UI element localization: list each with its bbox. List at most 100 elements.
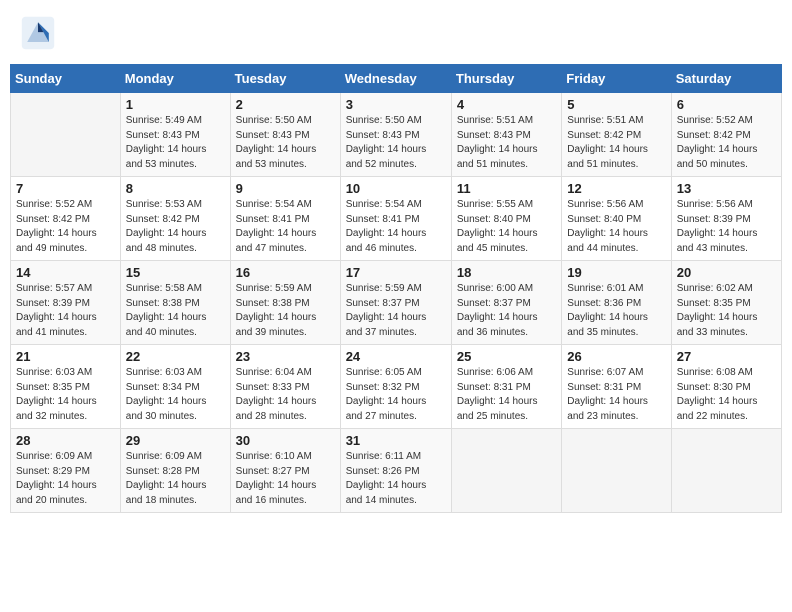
- day-info: Sunrise: 5:50 AM Sunset: 8:43 PM Dayligh…: [236, 114, 335, 172]
- day-number: 26: [567, 349, 665, 364]
- calendar-cell: [11, 93, 121, 177]
- calendar-cell: 21 Sunrise: 6:03 AM Sunset: 8:35 PM Dayli…: [11, 345, 121, 429]
- calendar-cell: 12 Sunrise: 5:56 AM Sunset: 8:40 PM Dayli…: [562, 177, 671, 261]
- calendar-cell: 6 Sunrise: 5:52 AM Sunset: 8:42 PM Daylig…: [671, 93, 781, 177]
- day-number: 9: [236, 181, 335, 196]
- calendar-table: SundayMondayTuesdayWednesdayThursdayFrid…: [10, 64, 782, 513]
- day-number: 11: [457, 181, 556, 196]
- weekday-header: Sunday: [11, 65, 121, 93]
- day-number: 31: [346, 433, 446, 448]
- weekday-header: Monday: [120, 65, 230, 93]
- calendar-cell: 24 Sunrise: 6:05 AM Sunset: 8:32 PM Dayli…: [340, 345, 451, 429]
- calendar-cell: [562, 429, 671, 513]
- calendar-cell: 25 Sunrise: 6:06 AM Sunset: 8:31 PM Dayli…: [451, 345, 561, 429]
- calendar-cell: 26 Sunrise: 6:07 AM Sunset: 8:31 PM Dayli…: [562, 345, 671, 429]
- day-number: 10: [346, 181, 446, 196]
- calendar-cell: [451, 429, 561, 513]
- day-number: 7: [16, 181, 115, 196]
- day-number: 2: [236, 97, 335, 112]
- day-info: Sunrise: 5:51 AM Sunset: 8:43 PM Dayligh…: [457, 114, 556, 172]
- day-number: 20: [677, 265, 776, 280]
- day-info: Sunrise: 5:58 AM Sunset: 8:38 PM Dayligh…: [126, 282, 225, 340]
- day-number: 30: [236, 433, 335, 448]
- day-number: 14: [16, 265, 115, 280]
- calendar-cell: 18 Sunrise: 6:00 AM Sunset: 8:37 PM Dayli…: [451, 261, 561, 345]
- day-info: Sunrise: 5:53 AM Sunset: 8:42 PM Dayligh…: [126, 198, 225, 256]
- day-info: Sunrise: 5:57 AM Sunset: 8:39 PM Dayligh…: [16, 282, 115, 340]
- day-info: Sunrise: 5:54 AM Sunset: 8:41 PM Dayligh…: [346, 198, 446, 256]
- calendar-cell: 22 Sunrise: 6:03 AM Sunset: 8:34 PM Dayli…: [120, 345, 230, 429]
- calendar-cell: 9 Sunrise: 5:54 AM Sunset: 8:41 PM Daylig…: [230, 177, 340, 261]
- day-number: 18: [457, 265, 556, 280]
- calendar-cell: 31Sunrise: 6:11 AM Sunset: 8:26 PM Dayli…: [340, 429, 451, 513]
- day-info: Sunrise: 6:01 AM Sunset: 8:36 PM Dayligh…: [567, 282, 665, 340]
- calendar-cell: 10 Sunrise: 5:54 AM Sunset: 8:41 PM Dayli…: [340, 177, 451, 261]
- day-info: Sunrise: 6:09 AM Sunset: 8:29 PM Dayligh…: [16, 450, 115, 508]
- day-number: 6: [677, 97, 776, 112]
- calendar-cell: 29Sunrise: 6:09 AM Sunset: 8:28 PM Dayli…: [120, 429, 230, 513]
- calendar-body: 1 Sunrise: 5:49 AM Sunset: 8:43 PM Daylig…: [11, 93, 782, 513]
- day-number: 25: [457, 349, 556, 364]
- page-header: [10, 10, 782, 56]
- day-number: 16: [236, 265, 335, 280]
- calendar-cell: 5 Sunrise: 5:51 AM Sunset: 8:42 PM Daylig…: [562, 93, 671, 177]
- day-info: Sunrise: 5:49 AM Sunset: 8:43 PM Dayligh…: [126, 114, 225, 172]
- day-info: Sunrise: 6:03 AM Sunset: 8:34 PM Dayligh…: [126, 366, 225, 424]
- day-info: Sunrise: 6:06 AM Sunset: 8:31 PM Dayligh…: [457, 366, 556, 424]
- calendar-cell: 30 Sunrise: 6:10 AM Sunset: 8:27 PM Dayli…: [230, 429, 340, 513]
- day-number: 13: [677, 181, 776, 196]
- weekday-header: Thursday: [451, 65, 561, 93]
- day-info: Sunrise: 5:51 AM Sunset: 8:42 PM Dayligh…: [567, 114, 665, 172]
- calendar-cell: 28 Sunrise: 6:09 AM Sunset: 8:29 PM Dayli…: [11, 429, 121, 513]
- logo-icon: [20, 15, 56, 51]
- day-number: 28: [16, 433, 115, 448]
- day-info: Sunrise: 6:09 AM Sunset: 8:28 PM Dayligh…: [126, 450, 225, 508]
- calendar-cell: 17Sunrise: 5:59 AM Sunset: 8:37 PM Dayli…: [340, 261, 451, 345]
- day-info: Sunrise: 5:50 AM Sunset: 8:43 PM Dayligh…: [346, 114, 446, 172]
- day-info: Sunrise: 5:56 AM Sunset: 8:40 PM Dayligh…: [567, 198, 665, 256]
- calendar-cell: 15 Sunrise: 5:58 AM Sunset: 8:38 PM Dayli…: [120, 261, 230, 345]
- weekday-header: Tuesday: [230, 65, 340, 93]
- day-number: 15: [126, 265, 225, 280]
- calendar-cell: 20 Sunrise: 6:02 AM Sunset: 8:35 PM Dayli…: [671, 261, 781, 345]
- calendar-week: 21 Sunrise: 6:03 AM Sunset: 8:35 PM Dayli…: [11, 345, 782, 429]
- day-info: Sunrise: 5:52 AM Sunset: 8:42 PM Dayligh…: [677, 114, 776, 172]
- calendar-cell: 14 Sunrise: 5:57 AM Sunset: 8:39 PM Dayli…: [11, 261, 121, 345]
- day-info: Sunrise: 6:03 AM Sunset: 8:35 PM Dayligh…: [16, 366, 115, 424]
- calendar-week: 1 Sunrise: 5:49 AM Sunset: 8:43 PM Daylig…: [11, 93, 782, 177]
- day-info: Sunrise: 5:54 AM Sunset: 8:41 PM Dayligh…: [236, 198, 335, 256]
- day-number: 24: [346, 349, 446, 364]
- day-number: 23: [236, 349, 335, 364]
- calendar-cell: 1 Sunrise: 5:49 AM Sunset: 8:43 PM Daylig…: [120, 93, 230, 177]
- day-info: Sunrise: 6:05 AM Sunset: 8:32 PM Dayligh…: [346, 366, 446, 424]
- day-info: Sunrise: 5:52 AM Sunset: 8:42 PM Dayligh…: [16, 198, 115, 256]
- day-info: Sunrise: 5:59 AM Sunset: 8:37 PM Dayligh…: [346, 282, 446, 340]
- calendar-header: SundayMondayTuesdayWednesdayThursdayFrid…: [11, 65, 782, 93]
- weekday-header: Wednesday: [340, 65, 451, 93]
- calendar-cell: 19 Sunrise: 6:01 AM Sunset: 8:36 PM Dayli…: [562, 261, 671, 345]
- day-number: 21: [16, 349, 115, 364]
- day-info: Sunrise: 6:07 AM Sunset: 8:31 PM Dayligh…: [567, 366, 665, 424]
- calendar-cell: 2 Sunrise: 5:50 AM Sunset: 8:43 PM Daylig…: [230, 93, 340, 177]
- day-info: Sunrise: 6:10 AM Sunset: 8:27 PM Dayligh…: [236, 450, 335, 508]
- logo: [20, 15, 60, 51]
- calendar-cell: 7 Sunrise: 5:52 AM Sunset: 8:42 PM Daylig…: [11, 177, 121, 261]
- weekday-header: Saturday: [671, 65, 781, 93]
- calendar-cell: 11 Sunrise: 5:55 AM Sunset: 8:40 PM Dayli…: [451, 177, 561, 261]
- calendar-week: 7 Sunrise: 5:52 AM Sunset: 8:42 PM Daylig…: [11, 177, 782, 261]
- day-info: Sunrise: 5:56 AM Sunset: 8:39 PM Dayligh…: [677, 198, 776, 256]
- day-number: 22: [126, 349, 225, 364]
- calendar-cell: 23Sunrise: 6:04 AM Sunset: 8:33 PM Dayli…: [230, 345, 340, 429]
- calendar-cell: 8 Sunrise: 5:53 AM Sunset: 8:42 PM Daylig…: [120, 177, 230, 261]
- day-number: 19: [567, 265, 665, 280]
- day-number: 12: [567, 181, 665, 196]
- day-info: Sunrise: 6:02 AM Sunset: 8:35 PM Dayligh…: [677, 282, 776, 340]
- day-info: Sunrise: 6:00 AM Sunset: 8:37 PM Dayligh…: [457, 282, 556, 340]
- weekday-header: Friday: [562, 65, 671, 93]
- day-number: 5: [567, 97, 665, 112]
- day-info: Sunrise: 5:55 AM Sunset: 8:40 PM Dayligh…: [457, 198, 556, 256]
- day-info: Sunrise: 6:08 AM Sunset: 8:30 PM Dayligh…: [677, 366, 776, 424]
- calendar-cell: 3Sunrise: 5:50 AM Sunset: 8:43 PM Daylig…: [340, 93, 451, 177]
- day-number: 8: [126, 181, 225, 196]
- day-number: 1: [126, 97, 225, 112]
